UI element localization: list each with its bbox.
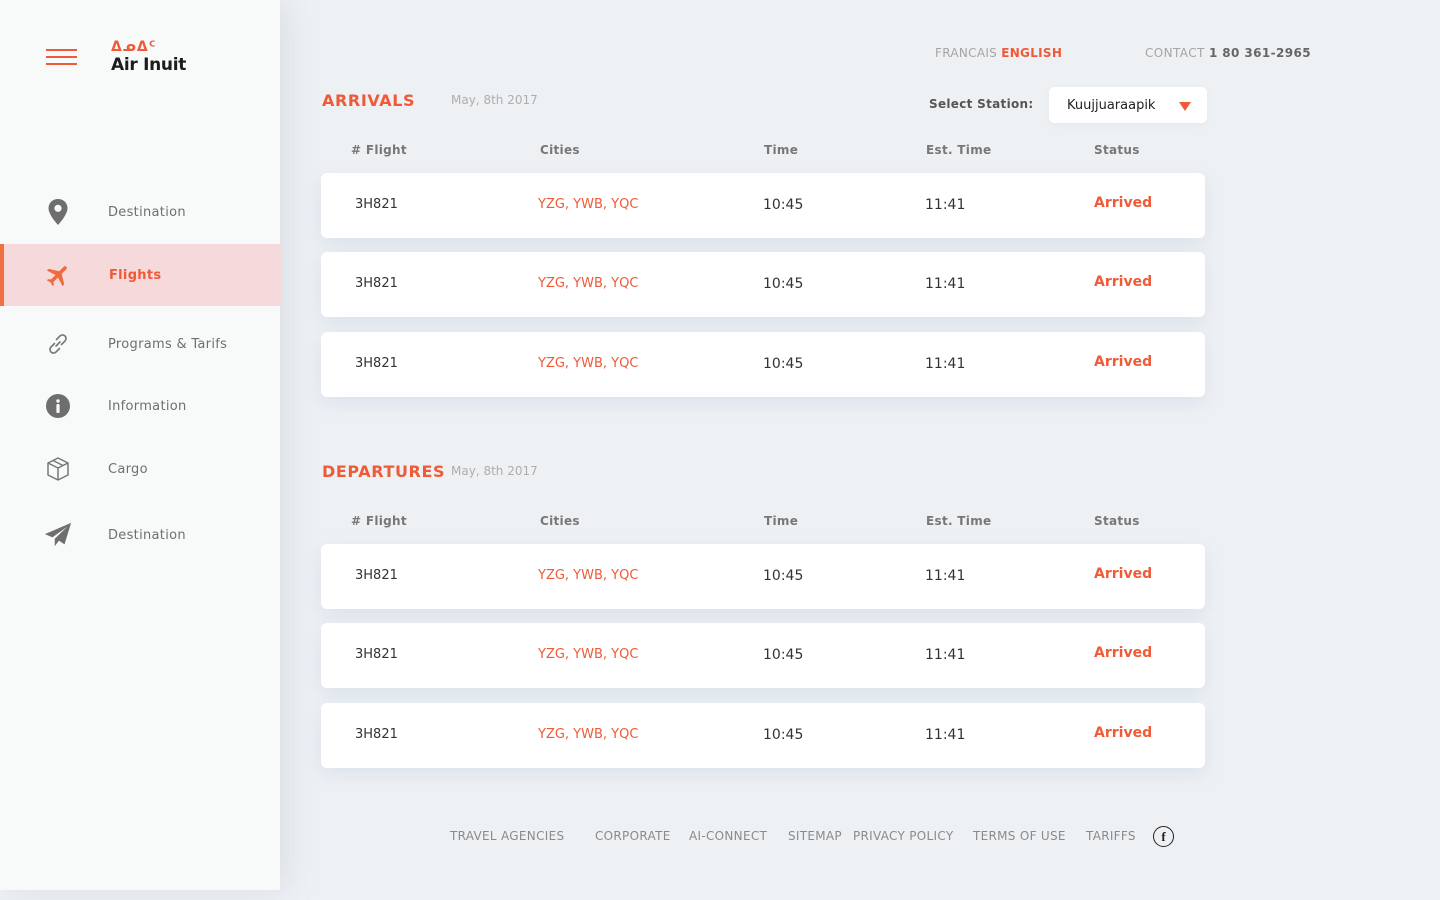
flight-est-time: 11:41 [925, 647, 966, 663]
map-pin-icon [44, 198, 72, 226]
station-value: Kuujjuaraapik [1067, 97, 1156, 113]
brand-logo[interactable]: ᐃᓄᐃᑦ Air Inuit [111, 39, 186, 75]
flight-time: 10:45 [763, 727, 804, 743]
departure-row[interactable]: 3H821 YZG, YWB, YQC 10:45 11:41 Arrived [321, 703, 1205, 768]
sidebar-item-label: Programs & Tarifs [108, 336, 228, 352]
col-cities: Cities [540, 143, 580, 157]
airplane-icon [44, 261, 72, 289]
flight-status: Arrived [1094, 274, 1153, 290]
departures-date: May, 8th 2017 [451, 464, 538, 478]
facebook-icon[interactable]: f [1153, 826, 1174, 847]
flight-time: 10:45 [763, 568, 804, 584]
departure-row[interactable]: 3H821 YZG, YWB, YQC 10:45 11:41 Arrived [321, 544, 1205, 609]
flight-number: 3H821 [355, 356, 398, 371]
station-select[interactable]: Kuujjuaraapik [1049, 87, 1207, 123]
sidebar-item-information[interactable]: Information [0, 375, 281, 437]
paper-plane-icon [44, 521, 72, 549]
flight-status: Arrived [1094, 645, 1153, 661]
sidebar-item-label: Flights [109, 267, 162, 283]
flight-est-time: 11:41 [925, 276, 966, 292]
flight-cities: YZG, YWB, YQC [538, 276, 639, 291]
flight-status: Arrived [1094, 725, 1153, 741]
sidebar-item-cargo[interactable]: Cargo [0, 438, 281, 500]
flight-cities: YZG, YWB, YQC [538, 727, 639, 742]
flight-cities: YZG, YWB, YQC [538, 197, 639, 212]
station-label: Select Station: [929, 97, 1034, 111]
logo-name: Air Inuit [111, 55, 187, 75]
col-status: Status [1094, 514, 1140, 528]
flight-time: 10:45 [763, 276, 804, 292]
col-time: Time [764, 143, 799, 157]
flight-est-time: 11:41 [925, 356, 966, 372]
sidebar-item-destination-2[interactable]: Destination [0, 504, 281, 566]
box-icon [44, 455, 72, 483]
footer-link-privacy-policy[interactable]: PRIVACY POLICY [853, 829, 953, 843]
caret-down-icon [1179, 102, 1191, 111]
col-est-time: Est. Time [926, 143, 992, 157]
sidebar-item-label: Cargo [108, 461, 148, 477]
lang-francais-link[interactable]: FRANCAIS [935, 46, 997, 60]
flight-number: 3H821 [355, 727, 398, 742]
logo-syllabics: ᐃᓄᐃᑦ [111, 39, 157, 55]
flight-time: 10:45 [763, 197, 804, 213]
footer-link-ai-connect[interactable]: AI-CONNECT [689, 829, 767, 843]
departures-title: DEPARTURES [322, 462, 446, 481]
flight-cities: YZG, YWB, YQC [538, 356, 639, 371]
flight-status: Arrived [1094, 566, 1153, 582]
flight-number: 3H821 [355, 647, 398, 662]
col-flight: # Flight [351, 143, 407, 157]
flight-est-time: 11:41 [925, 727, 966, 743]
flight-time: 10:45 [763, 647, 804, 663]
flight-status: Arrived [1094, 195, 1153, 211]
sidebar-item-flights[interactable]: Flights [0, 244, 281, 306]
arrival-row[interactable]: 3H821 YZG, YWB, YQC 10:45 11:41 Arrived [321, 173, 1205, 238]
footer-link-travel-agencies[interactable]: TRAVEL AGENCIES [450, 829, 564, 843]
arrivals-date: May, 8th 2017 [451, 93, 538, 107]
contact-info: CONTACT 1 80 361-2965 [1145, 46, 1311, 60]
flight-cities: YZG, YWB, YQC [538, 647, 639, 662]
flight-cities: YZG, YWB, YQC [538, 568, 639, 583]
language-switcher: FRANCAIS ENGLISH [935, 46, 1062, 60]
flight-est-time: 11:41 [925, 568, 966, 584]
flight-number: 3H821 [355, 197, 398, 212]
footer-link-sitemap[interactable]: SITEMAP [788, 829, 842, 843]
contact-label: CONTACT [1145, 46, 1205, 60]
sidebar-item-destination[interactable]: Destination [0, 181, 281, 243]
arrival-row[interactable]: 3H821 YZG, YWB, YQC 10:45 11:41 Arrived [321, 252, 1205, 317]
col-status: Status [1094, 143, 1140, 157]
sidebar-item-label: Destination [108, 527, 186, 543]
col-est-time: Est. Time [926, 514, 992, 528]
hamburger-menu-icon[interactable] [46, 49, 78, 67]
arrivals-title: ARRIVALS [322, 91, 416, 110]
departure-row[interactable]: 3H821 YZG, YWB, YQC 10:45 11:41 Arrived [321, 623, 1205, 688]
footer-link-tariffs[interactable]: TARIFFS [1086, 829, 1136, 843]
flight-status: Arrived [1094, 354, 1153, 370]
flight-number: 3H821 [355, 276, 398, 291]
sidebar-item-label: Destination [108, 204, 186, 220]
flight-number: 3H821 [355, 568, 398, 583]
contact-phone[interactable]: 1 80 361-2965 [1209, 46, 1311, 60]
sidebar-item-programs-tarifs[interactable]: Programs & Tarifs [0, 313, 281, 375]
col-time: Time [764, 514, 799, 528]
sidebar: ᐃᓄᐃᑦ Air Inuit Destination Flights Progr… [0, 0, 281, 890]
arrival-row[interactable]: 3H821 YZG, YWB, YQC 10:45 11:41 Arrived [321, 332, 1205, 397]
flight-time: 10:45 [763, 356, 804, 372]
footer-link-corporate[interactable]: CORPORATE [595, 829, 671, 843]
sidebar-item-label: Information [108, 398, 187, 414]
col-cities: Cities [540, 514, 580, 528]
info-icon [44, 392, 72, 420]
link-icon [44, 330, 72, 358]
flight-est-time: 11:41 [925, 197, 966, 213]
footer-link-terms-of-use[interactable]: TERMS OF USE [973, 829, 1066, 843]
col-flight: # Flight [351, 514, 407, 528]
lang-english-link[interactable]: ENGLISH [1001, 46, 1062, 60]
